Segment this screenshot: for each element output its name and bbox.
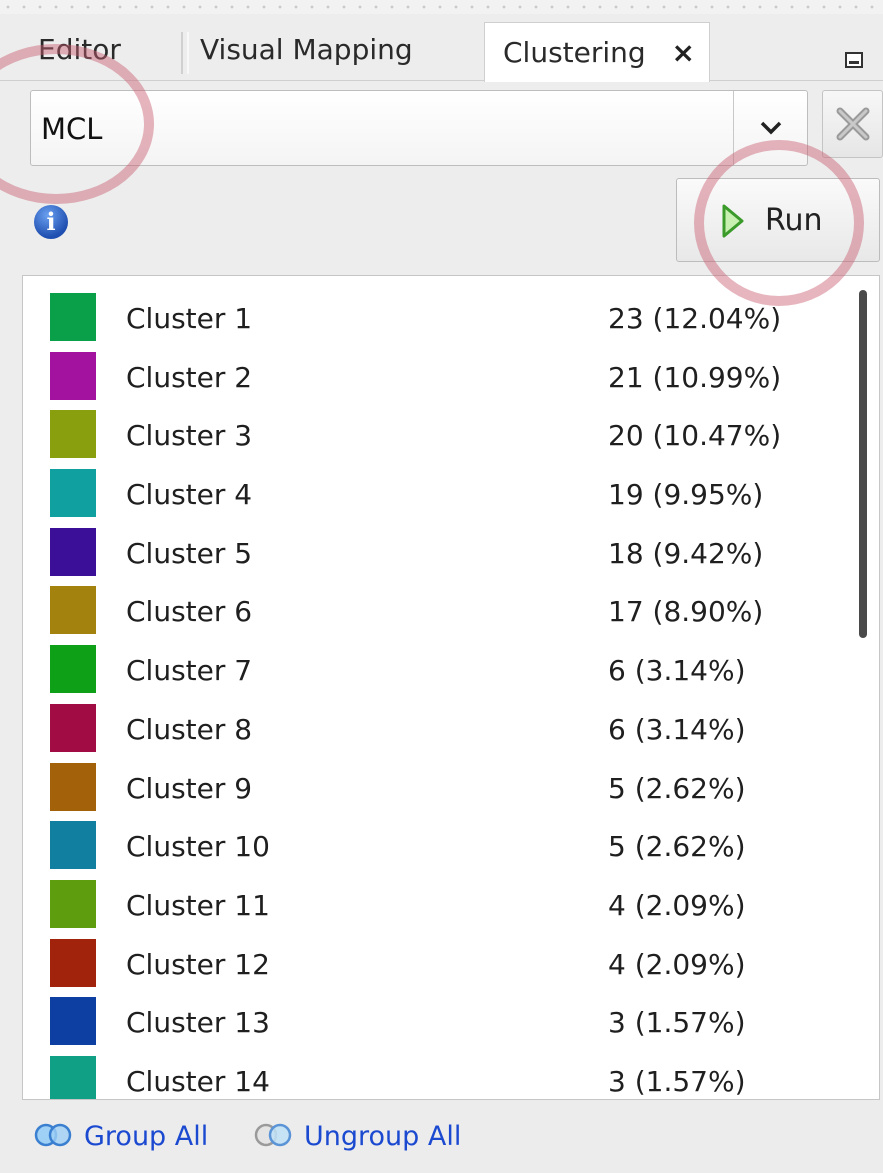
cluster-row[interactable]: Cluster 3 20 (10.47%)	[23, 407, 843, 466]
cluster-color-swatch	[50, 997, 96, 1046]
cluster-name: Cluster 7	[126, 654, 253, 688]
tab-bar: Editor Visual Mapping Clustering ×	[0, 14, 883, 82]
cluster-color-swatch	[50, 586, 96, 635]
cluster-color-swatch	[50, 410, 96, 459]
cluster-color-swatch	[50, 938, 96, 987]
tab-clustering[interactable]: Clustering ×	[484, 22, 710, 82]
cluster-name: Cluster 4	[126, 478, 253, 512]
play-icon	[722, 204, 744, 238]
group-all-label: Group All	[84, 1121, 209, 1152]
clustering-panel: Editor Visual Mapping Clustering × MCL i…	[0, 0, 883, 1173]
algorithm-dropdown-button[interactable]	[733, 91, 807, 165]
run-button-label: Run	[765, 203, 823, 238]
cluster-name: Cluster 2	[126, 360, 253, 394]
cluster-name: Cluster 14	[126, 1064, 270, 1098]
ungroup-icon	[254, 1123, 292, 1146]
scrollbar-thumb[interactable]	[859, 290, 867, 638]
cluster-name: Cluster 1	[126, 302, 253, 335]
cluster-count: 3 (1.57%)	[608, 1064, 746, 1098]
vertical-scrollbar[interactable]	[849, 276, 879, 1099]
cancel-icon	[836, 107, 869, 141]
cluster-row[interactable]: Cluster 12 4 (2.09%)	[23, 936, 843, 995]
cluster-row[interactable]: Cluster 4 19 (9.95%)	[23, 466, 843, 525]
cluster-name: Cluster 5	[126, 536, 253, 570]
cluster-count: 5 (2.62%)	[608, 771, 746, 805]
tab-clustering-label: Clustering	[503, 36, 646, 69]
run-button[interactable]: Run	[676, 178, 880, 262]
cluster-count: 21 (10.99%)	[608, 360, 782, 394]
info-icon[interactable]: i	[34, 205, 68, 239]
group-all-link[interactable]: Group All	[30, 1100, 208, 1173]
cluster-row[interactable]: Cluster 14 3 (1.57%)	[23, 1053, 843, 1099]
cluster-color-swatch	[50, 351, 96, 400]
cluster-color-swatch	[50, 645, 96, 694]
cluster-count: 4 (2.09%)	[608, 888, 746, 922]
chevron-down-icon	[760, 121, 781, 135]
ungroup-all-link[interactable]: Ungroup All	[250, 1100, 461, 1173]
cluster-count: 5 (2.62%)	[608, 830, 746, 864]
cluster-count: 4 (2.09%)	[608, 947, 746, 981]
cluster-row[interactable]: Cluster 2 21 (10.99%)	[23, 349, 843, 408]
footer-bar: Group All Ungroup All	[0, 1100, 883, 1173]
cluster-row[interactable]: Cluster 8 6 (3.14%)	[23, 701, 843, 760]
cluster-name: Cluster 6	[126, 595, 253, 629]
cluster-name: Cluster 12	[126, 947, 270, 981]
cluster-name: Cluster 10	[126, 830, 270, 864]
cluster-count: 17 (8.90%)	[608, 595, 764, 629]
cluster-row[interactable]: Cluster 9 5 (2.62%)	[23, 760, 843, 819]
cluster-list[interactable]: Cluster 1 23 (12.04%) Cluster 2 21 (10.99%)…	[22, 275, 880, 1100]
cluster-name: Cluster 9	[126, 771, 253, 805]
cluster-count: 20 (10.47%)	[608, 419, 782, 453]
cluster-color-swatch	[50, 469, 96, 518]
algorithm-select[interactable]: MCL	[30, 90, 808, 166]
cluster-count: 23 (12.04%)	[608, 302, 782, 335]
cancel-button[interactable]	[822, 90, 883, 158]
cluster-color-swatch	[50, 1055, 96, 1099]
tab-separator	[181, 32, 189, 74]
cluster-name: Cluster 8	[126, 712, 253, 746]
cluster-name: Cluster 11	[126, 888, 270, 922]
cluster-count: 6 (3.14%)	[608, 712, 746, 746]
cluster-row[interactable]: Cluster 1 23 (12.04%)	[23, 290, 843, 349]
cluster-count: 19 (9.95%)	[608, 478, 764, 512]
tab-editor[interactable]: Editor	[38, 20, 121, 80]
cluster-row[interactable]: Cluster 5 18 (9.42%)	[23, 525, 843, 584]
minimize-icon[interactable]	[845, 52, 863, 68]
cluster-name: Cluster 13	[126, 1006, 270, 1040]
cluster-row[interactable]: Cluster 13 3 (1.57%)	[23, 994, 843, 1053]
cluster-color-swatch	[50, 293, 96, 341]
tab-visual-mapping[interactable]: Visual Mapping	[200, 20, 413, 80]
cluster-color-swatch	[50, 879, 96, 928]
cluster-color-swatch	[50, 762, 96, 811]
cluster-row[interactable]: Cluster 11 4 (2.09%)	[23, 877, 843, 936]
cluster-row[interactable]: Cluster 6 17 (8.90%)	[23, 583, 843, 642]
cluster-row[interactable]: Cluster 7 6 (3.14%)	[23, 642, 843, 701]
cluster-color-swatch	[50, 527, 96, 576]
ungroup-all-label: Ungroup All	[304, 1121, 462, 1152]
panel-drag-strip[interactable]	[0, 0, 883, 14]
cluster-count: 18 (9.42%)	[608, 536, 764, 570]
group-icon	[34, 1123, 72, 1146]
cluster-color-swatch	[50, 821, 96, 870]
cluster-rows: Cluster 1 23 (12.04%) Cluster 2 21 (10.99%)…	[23, 290, 843, 1099]
cluster-name: Cluster 3	[126, 419, 253, 453]
algorithm-select-value: MCL	[41, 112, 103, 146]
cluster-color-swatch	[50, 703, 96, 752]
cluster-row[interactable]: Cluster 10 5 (2.62%)	[23, 818, 843, 877]
cluster-count: 3 (1.57%)	[608, 1006, 746, 1040]
close-icon[interactable]: ×	[672, 23, 695, 83]
cluster-count: 6 (3.14%)	[608, 654, 746, 688]
